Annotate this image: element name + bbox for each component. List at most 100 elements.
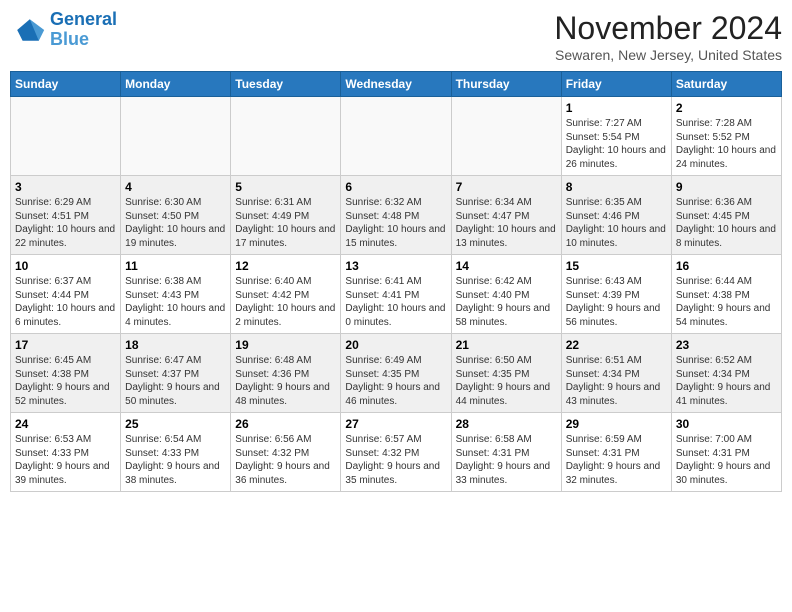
calendar-cell: 27 Sunrise: 6:57 AM Sunset: 4:32 PM Dayli… xyxy=(341,413,451,492)
day-info: Sunrise: 7:27 AM Sunset: 5:54 PM Dayligh… xyxy=(566,117,667,171)
day-number: 28 xyxy=(456,417,557,431)
day-info: Sunrise: 6:31 AM Sunset: 4:49 PM Dayligh… xyxy=(235,196,336,250)
day-info: Sunrise: 6:37 AM Sunset: 4:44 PM Dayligh… xyxy=(15,275,116,329)
column-header-sunday: Sunday xyxy=(11,72,121,97)
column-header-thursday: Thursday xyxy=(451,72,561,97)
column-header-saturday: Saturday xyxy=(671,72,781,97)
day-info: Sunrise: 6:45 AM Sunset: 4:38 PM Dayligh… xyxy=(15,354,116,408)
calendar-cell: 14Sunrise: 6:42 AM Sunset: 4:40 PM Dayli… xyxy=(451,255,561,334)
calendar-cell xyxy=(231,97,341,176)
day-number: 13 xyxy=(345,259,446,273)
column-header-friday: Friday xyxy=(561,72,671,97)
calendar-cell: 13 Sunrise: 6:41 AM Sunset: 4:41 PM Dayli… xyxy=(341,255,451,334)
day-number: 1 xyxy=(566,101,667,115)
calendar-cell: 21Sunrise: 6:50 AM Sunset: 4:35 PM Dayli… xyxy=(451,334,561,413)
day-number: 20 xyxy=(345,338,446,352)
day-number: 11 xyxy=(125,259,226,273)
calendar-header-row: SundayMondayTuesdayWednesdayThursdayFrid… xyxy=(11,72,782,97)
day-number: 23 xyxy=(676,338,777,352)
calendar-cell: 30Sunrise: 7:00 AM Sunset: 4:31 PM Dayli… xyxy=(671,413,781,492)
column-header-tuesday: Tuesday xyxy=(231,72,341,97)
day-info: Sunrise: 6:52 AM Sunset: 4:34 PM Dayligh… xyxy=(676,354,777,408)
day-info: Sunrise: 6:32 AM Sunset: 4:48 PM Dayligh… xyxy=(345,196,446,250)
calendar-cell: 25Sunrise: 6:54 AM Sunset: 4:33 PM Dayli… xyxy=(121,413,231,492)
day-info: Sunrise: 6:53 AM Sunset: 4:33 PM Dayligh… xyxy=(15,433,116,487)
day-number: 18 xyxy=(125,338,226,352)
day-number: 24 xyxy=(15,417,116,431)
day-info: Sunrise: 6:43 AM Sunset: 4:39 PM Dayligh… xyxy=(566,275,667,329)
calendar-week-row: 1 Sunrise: 7:27 AM Sunset: 5:54 PM Daylig… xyxy=(11,97,782,176)
day-info: Sunrise: 6:35 AM Sunset: 4:46 PM Dayligh… xyxy=(566,196,667,250)
day-number: 2 xyxy=(676,101,777,115)
column-header-monday: Monday xyxy=(121,72,231,97)
calendar-week-row: 17 Sunrise: 6:45 AM Sunset: 4:38 PM Dayli… xyxy=(11,334,782,413)
day-info: Sunrise: 6:41 AM Sunset: 4:41 PM Dayligh… xyxy=(345,275,446,329)
day-info: Sunrise: 6:29 AM Sunset: 4:51 PM Dayligh… xyxy=(15,196,116,250)
day-number: 17 xyxy=(15,338,116,352)
day-info: Sunrise: 6:40 AM Sunset: 4:42 PM Dayligh… xyxy=(235,275,336,329)
page-subtitle: Sewaren, New Jersey, United States xyxy=(554,47,782,63)
calendar-cell xyxy=(341,97,451,176)
calendar-table: SundayMondayTuesdayWednesdayThursdayFrid… xyxy=(10,71,782,492)
calendar-cell: 12 Sunrise: 6:40 AM Sunset: 4:42 PM Dayli… xyxy=(231,255,341,334)
day-number: 8 xyxy=(566,180,667,194)
calendar-cell: 5 Sunrise: 6:31 AM Sunset: 4:49 PM Daylig… xyxy=(231,176,341,255)
day-info: Sunrise: 6:56 AM Sunset: 4:32 PM Dayligh… xyxy=(235,433,336,487)
calendar-cell: 19Sunrise: 6:48 AM Sunset: 4:36 PM Dayli… xyxy=(231,334,341,413)
day-info: Sunrise: 6:54 AM Sunset: 4:33 PM Dayligh… xyxy=(125,433,226,487)
day-info: Sunrise: 6:30 AM Sunset: 4:50 PM Dayligh… xyxy=(125,196,226,250)
day-number: 12 xyxy=(235,259,336,273)
calendar-cell: 26 Sunrise: 6:56 AM Sunset: 4:32 PM Dayli… xyxy=(231,413,341,492)
calendar-cell xyxy=(451,97,561,176)
calendar-cell: 22 Sunrise: 6:51 AM Sunset: 4:34 PM Dayli… xyxy=(561,334,671,413)
calendar-cell: 16 Sunrise: 6:44 AM Sunset: 4:38 PM Dayli… xyxy=(671,255,781,334)
day-info: Sunrise: 6:59 AM Sunset: 4:31 PM Dayligh… xyxy=(566,433,667,487)
day-number: 5 xyxy=(235,180,336,194)
title-block: November 2024 Sewaren, New Jersey, Unite… xyxy=(554,10,782,63)
day-number: 4 xyxy=(125,180,226,194)
day-number: 29 xyxy=(566,417,667,431)
calendar-cell: 20 Sunrise: 6:49 AM Sunset: 4:35 PM Dayli… xyxy=(341,334,451,413)
calendar-cell: 6 Sunrise: 6:32 AM Sunset: 4:48 PM Daylig… xyxy=(341,176,451,255)
calendar-cell: 24 Sunrise: 6:53 AM Sunset: 4:33 PM Dayli… xyxy=(11,413,121,492)
calendar-cell xyxy=(11,97,121,176)
day-info: Sunrise: 6:36 AM Sunset: 4:45 PM Dayligh… xyxy=(676,196,777,250)
day-number: 6 xyxy=(345,180,446,194)
logo-text: General Blue xyxy=(50,10,117,50)
day-number: 10 xyxy=(15,259,116,273)
calendar-cell: 4 Sunrise: 6:30 AM Sunset: 4:50 PM Daylig… xyxy=(121,176,231,255)
day-number: 22 xyxy=(566,338,667,352)
day-number: 7 xyxy=(456,180,557,194)
page-title: November 2024 xyxy=(554,10,782,47)
day-number: 15 xyxy=(566,259,667,273)
calendar-cell: 3Sunrise: 6:29 AM Sunset: 4:51 PM Daylig… xyxy=(11,176,121,255)
day-info: Sunrise: 6:58 AM Sunset: 4:31 PM Dayligh… xyxy=(456,433,557,487)
page-header: General Blue November 2024 Sewaren, New … xyxy=(10,10,782,63)
day-info: Sunrise: 6:51 AM Sunset: 4:34 PM Dayligh… xyxy=(566,354,667,408)
day-info: Sunrise: 6:42 AM Sunset: 4:40 PM Dayligh… xyxy=(456,275,557,329)
calendar-cell: 8 Sunrise: 6:35 AM Sunset: 4:46 PM Daylig… xyxy=(561,176,671,255)
day-info: Sunrise: 6:49 AM Sunset: 4:35 PM Dayligh… xyxy=(345,354,446,408)
day-info: Sunrise: 7:28 AM Sunset: 5:52 PM Dayligh… xyxy=(676,117,777,171)
day-number: 27 xyxy=(345,417,446,431)
day-info: Sunrise: 6:57 AM Sunset: 4:32 PM Dayligh… xyxy=(345,433,446,487)
calendar-week-row: 24 Sunrise: 6:53 AM Sunset: 4:33 PM Dayli… xyxy=(11,413,782,492)
calendar-cell: 11 Sunrise: 6:38 AM Sunset: 4:43 PM Dayli… xyxy=(121,255,231,334)
day-info: Sunrise: 6:47 AM Sunset: 4:37 PM Dayligh… xyxy=(125,354,226,408)
calendar-cell: 10 Sunrise: 6:37 AM Sunset: 4:44 PM Dayli… xyxy=(11,255,121,334)
day-number: 21 xyxy=(456,338,557,352)
logo: General Blue xyxy=(10,10,117,50)
calendar-week-row: 3Sunrise: 6:29 AM Sunset: 4:51 PM Daylig… xyxy=(11,176,782,255)
day-number: 30 xyxy=(676,417,777,431)
calendar-cell: 17 Sunrise: 6:45 AM Sunset: 4:38 PM Dayli… xyxy=(11,334,121,413)
day-info: Sunrise: 6:44 AM Sunset: 4:38 PM Dayligh… xyxy=(676,275,777,329)
day-number: 16 xyxy=(676,259,777,273)
calendar-cell: 28 Sunrise: 6:58 AM Sunset: 4:31 PM Dayli… xyxy=(451,413,561,492)
day-number: 9 xyxy=(676,180,777,194)
day-info: Sunrise: 6:38 AM Sunset: 4:43 PM Dayligh… xyxy=(125,275,226,329)
calendar-cell: 7Sunrise: 6:34 AM Sunset: 4:47 PM Daylig… xyxy=(451,176,561,255)
calendar-cell xyxy=(121,97,231,176)
day-number: 26 xyxy=(235,417,336,431)
calendar-cell: 2 Sunrise: 7:28 AM Sunset: 5:52 PM Daylig… xyxy=(671,97,781,176)
calendar-cell: 23 Sunrise: 6:52 AM Sunset: 4:34 PM Dayli… xyxy=(671,334,781,413)
